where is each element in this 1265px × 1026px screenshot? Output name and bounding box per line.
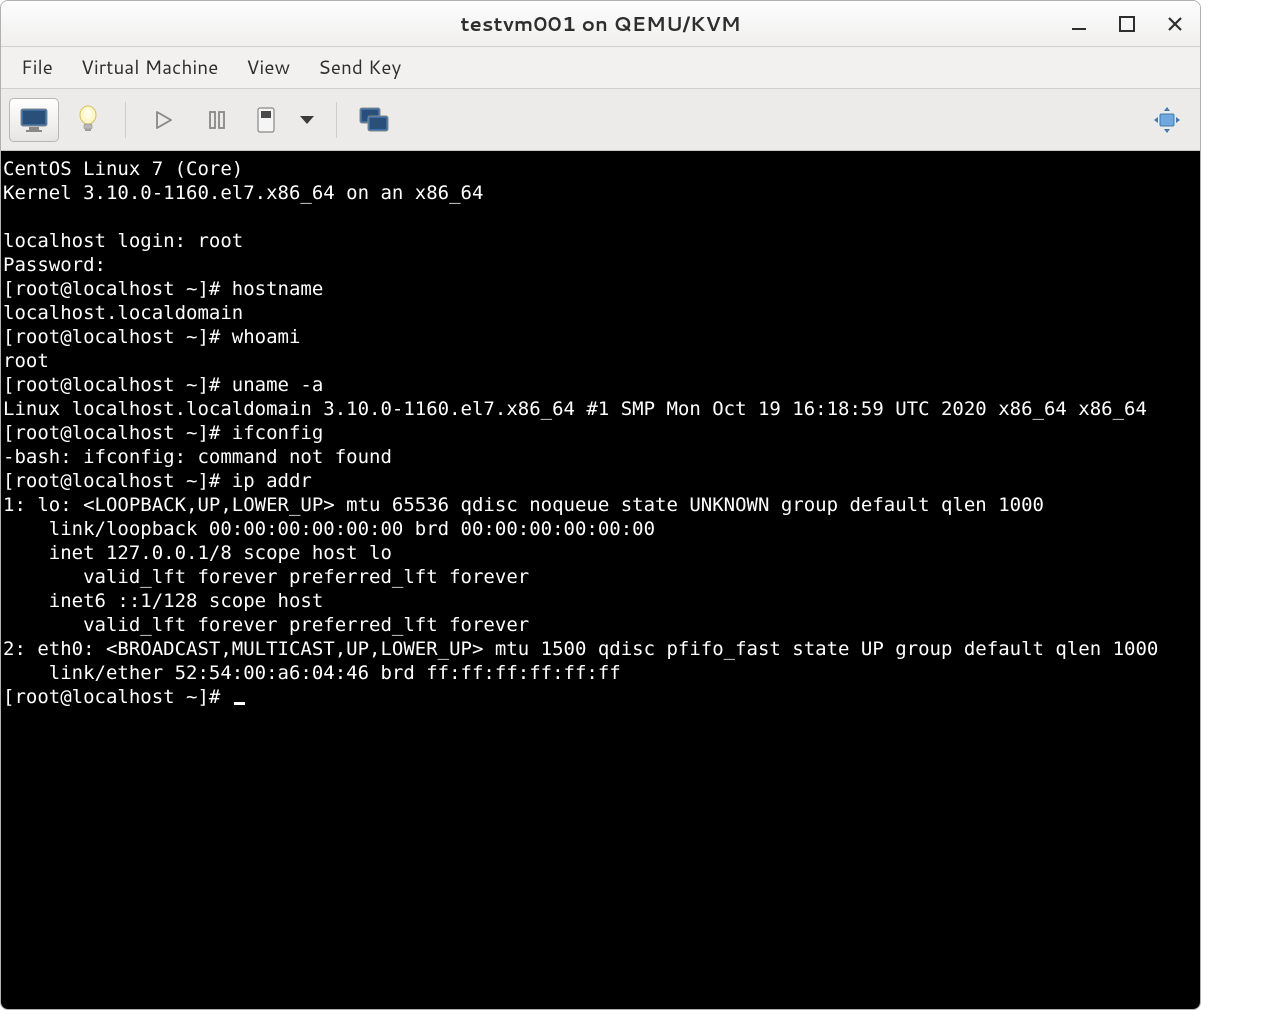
monitor-icon	[19, 106, 49, 134]
toolbar	[1, 89, 1200, 151]
window-title: testvm001 on QEMU/KVM	[460, 10, 740, 38]
vm-window: testvm001 on QEMU/KVM File Virtual Machi…	[0, 0, 1201, 1010]
chevron-down-icon	[299, 115, 315, 125]
fullscreen-button[interactable]	[1142, 98, 1192, 142]
guest-console[interactable]: CentOS Linux 7 (Core) Kernel 3.10.0-1160…	[1, 151, 1200, 1009]
menubar: File Virtual Machine View Send Key	[1, 47, 1200, 89]
fullscreen-icon	[1153, 106, 1181, 134]
lightbulb-icon	[76, 105, 100, 135]
minimize-button[interactable]	[1068, 13, 1090, 35]
menu-file[interactable]: File	[11, 50, 63, 85]
window-controls	[1068, 1, 1186, 46]
shutdown-button[interactable]	[246, 98, 286, 142]
pause-button[interactable]	[192, 98, 242, 142]
snapshots-icon	[359, 107, 389, 133]
details-view-button[interactable]	[63, 98, 113, 142]
menu-virtual-machine[interactable]: Virtual Machine	[71, 50, 228, 85]
maximize-button[interactable]	[1116, 13, 1138, 35]
snapshots-button[interactable]	[349, 98, 399, 142]
console-view-button[interactable]	[9, 98, 59, 142]
toolbar-separator	[125, 102, 126, 138]
shutdown-menu-button[interactable]	[290, 98, 324, 142]
menu-send-key[interactable]: Send Key	[308, 50, 411, 85]
toolbar-separator	[336, 102, 337, 138]
close-button[interactable]	[1164, 13, 1186, 35]
pause-icon	[207, 109, 227, 131]
play-icon	[152, 109, 174, 131]
menu-view[interactable]: View	[236, 50, 300, 85]
shutdown-icon	[255, 106, 277, 134]
titlebar: testvm001 on QEMU/KVM	[1, 1, 1200, 47]
run-button[interactable]	[138, 98, 188, 142]
terminal-output: CentOS Linux 7 (Core) Kernel 3.10.0-1160…	[3, 158, 1158, 708]
cursor	[234, 702, 245, 705]
